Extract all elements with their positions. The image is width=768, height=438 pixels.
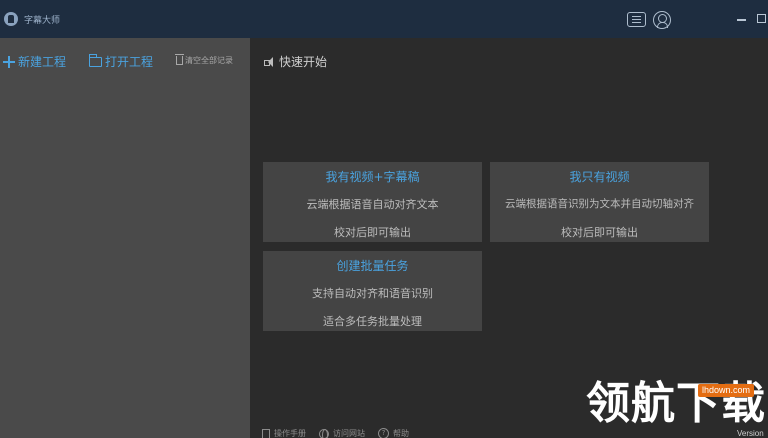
card-description: 支持自动对齐和语音识别 [312,287,433,300]
card-title: 创建批量任务 [336,259,409,273]
plus-icon [3,55,15,68]
trash-icon [175,54,184,65]
website-label: 访问网站 [333,429,365,438]
document-icon [262,428,270,438]
title-bar: 字幕大师 [0,0,768,38]
new-project-button[interactable]: 新建工程 [3,53,66,70]
open-project-label: 打开工程 [105,55,154,69]
card-title: 我有视频+字幕稿 [325,170,420,184]
quick-start-label: 快速开始 [279,55,328,69]
menu-list-icon[interactable] [627,12,646,27]
clear-records-button[interactable]: 清空全部记录 [175,54,233,66]
card-title: 我只有视频 [569,170,630,184]
card-description: 云端根据语音自动对齐文本 [306,198,439,211]
card-batch-task[interactable]: 创建批量任务 支持自动对齐和语音识别 适合多任务批量处理 [263,251,482,331]
quick-start-heading: 快速开始 [264,53,327,70]
card-description: 云端根据语音识别为文本并自动切轴对齐 [505,198,694,210]
card-description: 校对后即可输出 [334,226,411,239]
watermark-site: lhdown.com [698,384,755,397]
help-link[interactable]: ? 帮助 [378,428,409,438]
card-video-and-subtitle[interactable]: 我有视频+字幕稿 云端根据语音自动对齐文本 校对后即可输出 [263,162,482,242]
new-project-label: 新建工程 [18,55,67,69]
card-description: 校对后即可输出 [561,226,638,239]
project-sidebar: 新建工程 打开工程 清空全部记录 [0,38,250,438]
card-video-only[interactable]: 我只有视频 云端根据语音识别为文本并自动切轴对齐 校对后即可输出 [490,162,709,242]
footer-links: 操作手册 访问网站 ? 帮助 [262,428,422,438]
open-project-button[interactable]: 打开工程 [89,53,153,70]
user-account-icon[interactable] [653,11,671,29]
version-label: Version [737,429,764,438]
folder-icon [89,53,102,67]
app-title: 字幕大师 [24,16,61,26]
help-icon: ? [378,428,389,438]
minimize-icon[interactable] [737,19,746,21]
speaker-icon [264,56,275,67]
manual-label: 操作手册 [274,429,306,438]
help-label: 帮助 [393,429,409,438]
website-link[interactable]: 访问网站 [319,428,365,438]
manual-link[interactable]: 操作手册 [262,428,306,438]
clear-records-label: 清空全部记录 [185,56,233,65]
maximize-icon[interactable] [757,14,766,23]
globe-icon [319,428,329,438]
card-description: 适合多任务批量处理 [323,315,422,328]
app-logo-icon [4,12,18,26]
